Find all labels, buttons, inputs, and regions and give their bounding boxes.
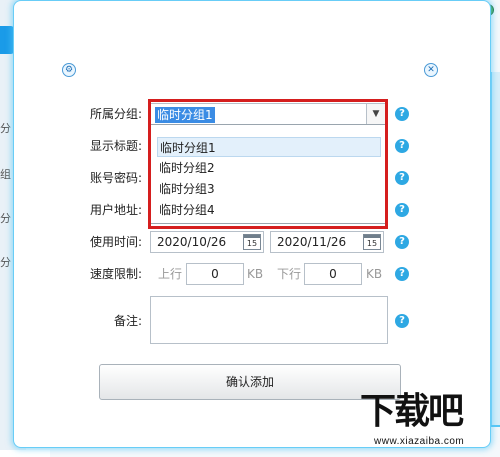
download-limit-input[interactable]: 0 [304, 263, 362, 285]
end-date-field[interactable]: 2020/11/26 15 [270, 231, 384, 253]
end-date-value: 2020/11/26 [277, 235, 347, 249]
group-label: 所属分组: [89, 107, 142, 121]
dropdown-option[interactable]: 临时分组4 [157, 200, 381, 220]
help-icon[interactable]: ? [395, 267, 409, 281]
group-select[interactable]: 临时分组1 ▼ [150, 103, 386, 125]
close-icon[interactable]: ✕ [424, 63, 438, 77]
usage-time-label: 使用时间: [89, 235, 142, 249]
watermark-url: www.xiazaiba.com [374, 436, 465, 447]
help-icon[interactable]: ? [395, 314, 409, 328]
help-icon[interactable]: ? [395, 139, 409, 153]
speed-limit-label: 速度限制: [89, 267, 142, 281]
start-date-value: 2020/10/26 [157, 235, 227, 249]
watermark-logo: 下载吧 [360, 391, 464, 432]
note-label: 备注: [113, 314, 142, 328]
help-icon[interactable]: ? [395, 107, 409, 121]
start-date-field[interactable]: 2020/10/26 15 [150, 231, 264, 253]
upload-limit-input[interactable]: 0 [186, 263, 244, 285]
address-label: 用户地址: [89, 203, 142, 217]
help-icon[interactable]: ? [395, 235, 409, 249]
help-icon[interactable]: ? [395, 203, 409, 217]
account-label: 账号密码: [89, 171, 142, 185]
chevron-down-icon[interactable]: ▼ [366, 104, 385, 124]
download-label: 下行 [277, 267, 302, 281]
upload-unit: KB [247, 267, 264, 281]
dropdown-option[interactable]: 临时分组1 [157, 137, 381, 157]
note-textarea[interactable] [150, 296, 388, 344]
group-select-value: 临时分组1 [155, 107, 215, 123]
title-label: 显示标题: [89, 139, 142, 153]
dropdown-option[interactable]: 临时分组3 [157, 179, 381, 199]
group-dropdown-list: 临时分组1 临时分组2 临时分组3 临时分组4 [150, 124, 386, 224]
background-panel-edge [490, 72, 500, 432]
confirm-add-button[interactable]: 确认添加 [99, 364, 401, 400]
upload-label: 上行 [158, 267, 183, 281]
calendar-icon[interactable]: 15 [363, 234, 381, 250]
help-icon[interactable]: ? [395, 171, 409, 185]
dropdown-option[interactable]: 临时分组2 [157, 158, 381, 178]
settings-icon[interactable]: ⚙ [62, 63, 76, 77]
download-unit: KB [366, 267, 383, 281]
calendar-icon[interactable]: 15 [243, 234, 261, 250]
background-active-tab [0, 26, 14, 54]
